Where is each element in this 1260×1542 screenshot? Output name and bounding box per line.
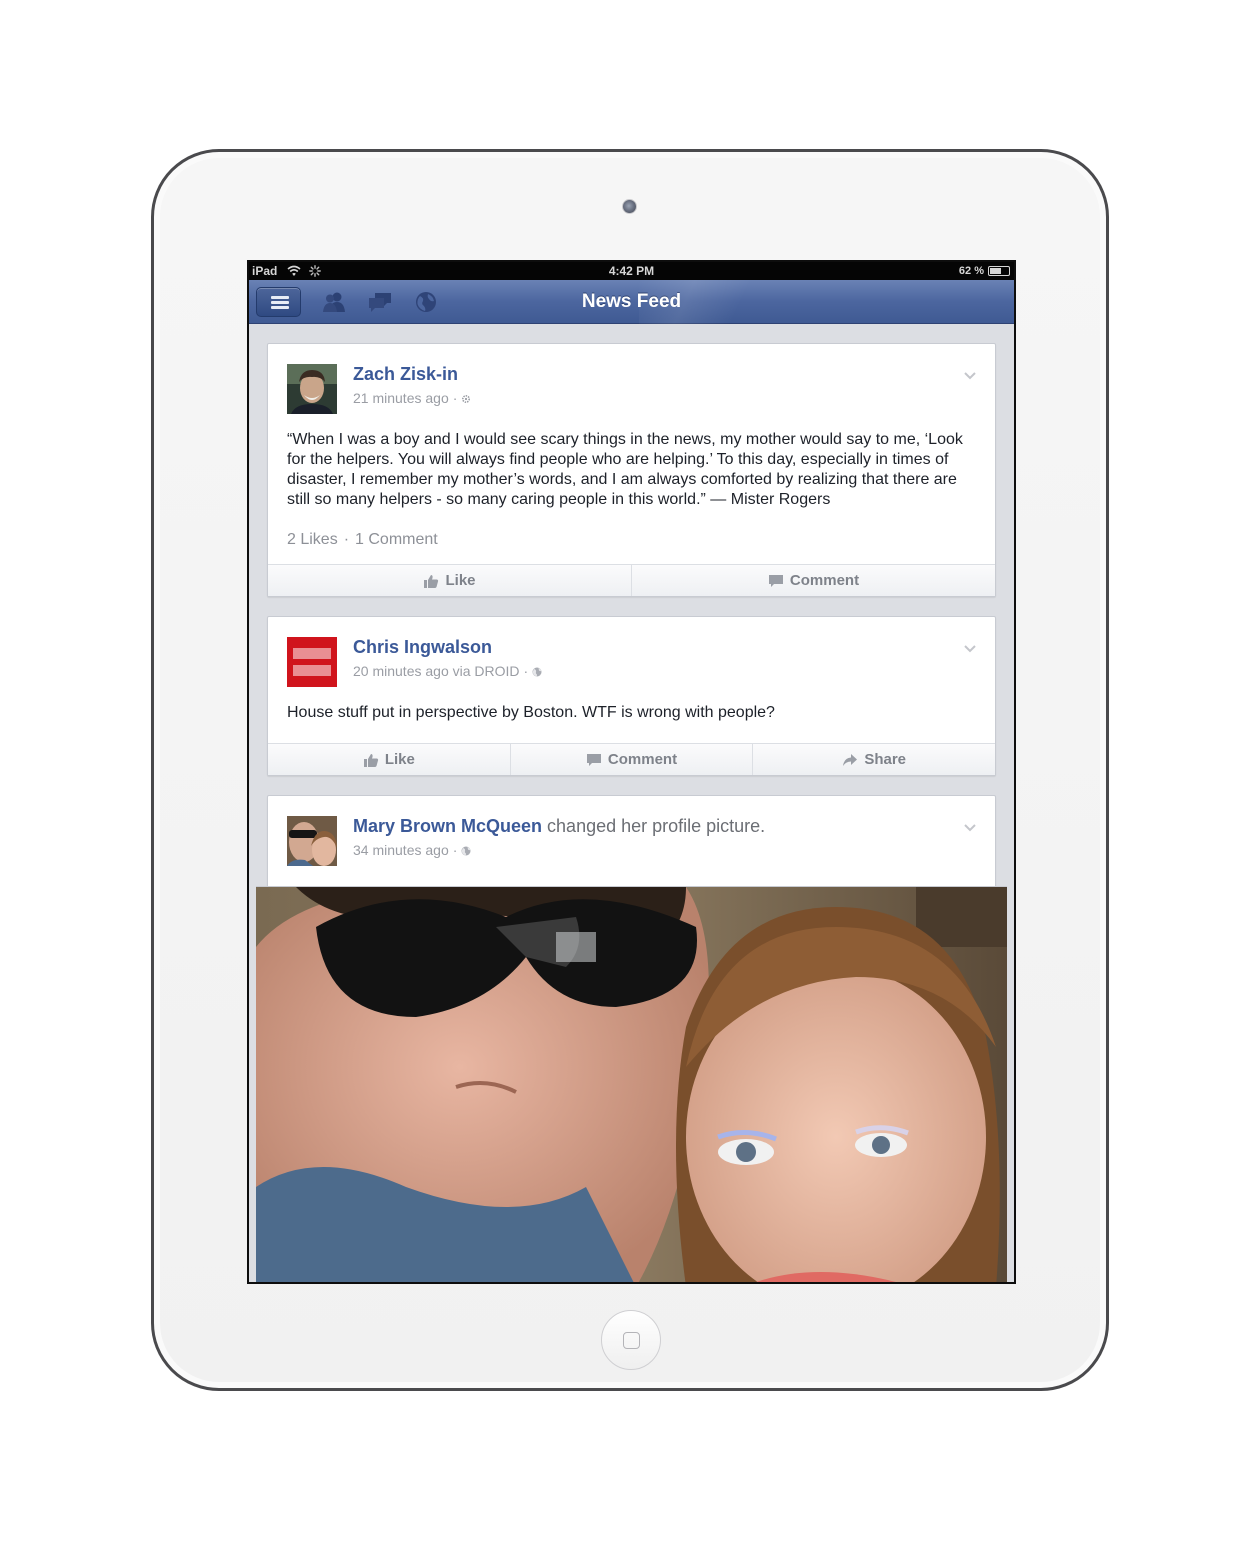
- nav-title: News Feed: [581, 291, 682, 312]
- likes-count[interactable]: 2 Likes: [287, 531, 338, 548]
- battery-percent: 62 %: [958, 265, 984, 277]
- chevron-down-icon[interactable]: [963, 370, 977, 380]
- chevron-down-icon[interactable]: [963, 643, 977, 653]
- globe-icon: [532, 667, 542, 677]
- comment-bubble-icon: [768, 574, 783, 587]
- post-meta: 20 minutes ago via DROID ·: [353, 663, 542, 679]
- battery-icon: [988, 266, 1010, 276]
- status-time: 4:42 PM: [608, 264, 655, 278]
- share-button[interactable]: Share: [753, 744, 995, 775]
- feed-post: Chris Ingwalson 20 minutes ago via DROID…: [267, 616, 996, 776]
- status-bar: iPad 4:42 PM 62 %: [249, 262, 1014, 280]
- meta-separator: ·: [452, 842, 458, 858]
- thumbs-up-icon: [424, 574, 439, 588]
- ipad-screen: iPad 4:42 PM 62 % News Feed Zach Zisk-in…: [247, 260, 1016, 1284]
- post-action-bar: Like Comment: [268, 564, 995, 596]
- author-action-text: changed her profile picture.: [542, 816, 766, 836]
- post-author[interactable]: Zach Zisk-in: [353, 364, 458, 385]
- post-counts: 2 Likes · 1 Comment: [287, 531, 438, 549]
- counts-separator: ·: [343, 531, 350, 548]
- post-time[interactable]: 20 minutes ago via DROID: [353, 663, 520, 679]
- like-button[interactable]: Like: [268, 565, 632, 596]
- post-action-bar: Like Comment Share: [268, 743, 995, 775]
- home-button[interactable]: [601, 1310, 661, 1370]
- share-label: Share: [864, 751, 907, 768]
- post-text: House stuff put in perspective by Boston…: [287, 704, 775, 721]
- comment-button[interactable]: Comment: [511, 744, 754, 775]
- post-author[interactable]: Chris Ingwalson: [353, 637, 492, 658]
- like-label: Like: [384, 751, 415, 768]
- share-arrow-icon: [843, 753, 858, 766]
- globe-icon: [461, 846, 471, 856]
- avatar[interactable]: [287, 364, 337, 414]
- gear-icon: [462, 394, 471, 404]
- meta-separator: ·: [523, 663, 529, 679]
- post-time[interactable]: 21 minutes ago: [353, 390, 449, 406]
- feed-post: Zach Zisk-in 21 minutes ago · “When I was…: [267, 343, 996, 597]
- avatar[interactable]: [287, 816, 337, 866]
- chevron-down-icon[interactable]: [963, 822, 977, 832]
- comments-count[interactable]: 1 Comment: [355, 531, 438, 548]
- post-meta: 34 minutes ago ·: [353, 842, 471, 858]
- nav-bar: News Feed: [249, 280, 1014, 324]
- comment-button[interactable]: Comment: [632, 565, 995, 596]
- camera-icon: [622, 199, 637, 214]
- avatar[interactable]: [287, 637, 337, 687]
- post-text: “When I was a boy and I would see scary …: [287, 431, 963, 508]
- post-time[interactable]: 34 minutes ago: [353, 842, 449, 858]
- like-label: Like: [445, 572, 476, 589]
- meta-separator: ·: [452, 390, 458, 406]
- profile-picture-photo[interactable]: [256, 886, 1007, 1282]
- comment-label: Comment: [789, 572, 860, 589]
- post-meta: 21 minutes ago ·: [353, 390, 471, 406]
- comment-bubble-icon: [586, 753, 601, 766]
- thumbs-up-icon: [363, 753, 378, 767]
- battery-fill: [990, 268, 1001, 274]
- author-name[interactable]: Mary Brown McQueen: [353, 816, 542, 836]
- comment-label: Comment: [607, 751, 678, 768]
- post-author: Mary Brown McQueen changed her profile p…: [353, 816, 765, 837]
- like-button[interactable]: Like: [268, 744, 511, 775]
- home-square-icon: [623, 1332, 640, 1349]
